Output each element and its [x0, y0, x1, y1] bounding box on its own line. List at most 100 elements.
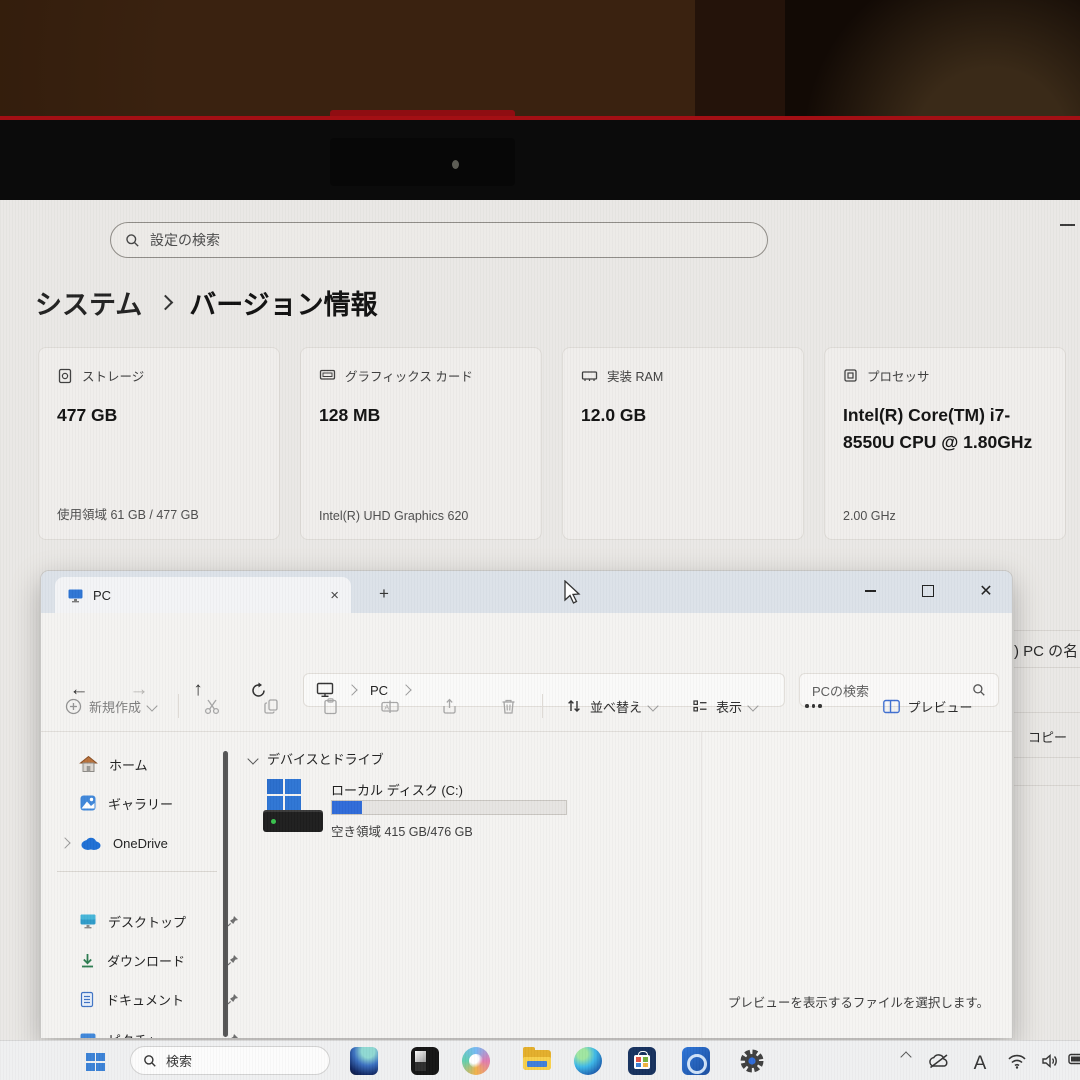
pin-icon	[227, 954, 239, 966]
home-icon	[79, 755, 98, 773]
graphics-card-icon	[319, 368, 336, 383]
laptop-bezel	[0, 120, 1080, 200]
copy-button[interactable]	[262, 697, 281, 716]
settings-row-divider	[1014, 712, 1080, 713]
sidebar-scrollbar[interactable]	[223, 751, 228, 1037]
pin-icon	[227, 915, 239, 927]
share-button[interactable]	[440, 697, 459, 716]
rename-button[interactable]: A	[380, 697, 400, 716]
gallery-icon	[79, 794, 97, 812]
card-value: Intel(R) Core(TM) i7-8550U CPU @ 1.80GHz	[843, 402, 1041, 456]
start-button[interactable]	[86, 1053, 105, 1071]
new-tab-button[interactable]: +	[371, 581, 397, 607]
tab-title: PC	[93, 588, 111, 603]
card-storage: ストレージ 477 GB 使用領域 61 GB / 477 GB	[38, 347, 280, 540]
sidebar-label: ピクチャ	[108, 1030, 160, 1039]
breadcrumb-system[interactable]: システム	[35, 283, 142, 322]
chevron-right-icon	[158, 294, 174, 310]
taskbar-search-label: 検索	[166, 1051, 192, 1070]
desktop-icon	[79, 913, 97, 929]
sidebar-label: ホーム	[109, 755, 148, 774]
sidebar-item-documents[interactable]: ドキュメント	[79, 983, 239, 1015]
file-explorer-button[interactable]	[523, 1047, 551, 1075]
ime-indicator[interactable]: A	[966, 1053, 994, 1075]
copy-button-partial[interactable]: コピー	[1028, 727, 1067, 746]
settings-search-input[interactable]: 設定の検索	[110, 222, 768, 258]
taskbar-search[interactable]: 検索	[130, 1046, 330, 1075]
battery-icon[interactable]	[1068, 1053, 1080, 1065]
window-close-button[interactable]: ✕	[963, 571, 1009, 611]
pin-icon	[227, 993, 239, 1005]
chevron-down-icon	[647, 700, 658, 711]
app-icon-grayscale[interactable]	[411, 1047, 439, 1075]
card-caption: 使用領域 61 GB / 477 GB	[57, 504, 199, 523]
drive-name[interactable]: ローカル ディスク (C:)	[331, 780, 463, 799]
card-value: 12.0 GB	[581, 402, 785, 429]
window-minimize-button[interactable]	[847, 571, 893, 611]
collapse-chevron-icon[interactable]	[247, 753, 258, 764]
paste-button[interactable]	[321, 697, 340, 716]
card-value: 477 GB	[57, 402, 261, 429]
settings-button[interactable]	[738, 1047, 766, 1075]
chevron-down-icon	[146, 700, 157, 711]
sidebar-item-desktop[interactable]: デスクトップ	[79, 905, 239, 937]
preview-pane: プレビューを表示するファイルを選択します。	[701, 732, 1013, 1038]
sidebar-label: デスクトップ	[108, 912, 186, 931]
card-value: 128 MB	[319, 402, 523, 429]
window-maximize-button[interactable]	[905, 571, 951, 611]
sort-icon	[565, 697, 583, 715]
taskbar: 検索	[0, 1040, 1080, 1080]
processor-icon	[843, 368, 858, 383]
expand-chevron-icon[interactable]	[59, 837, 70, 848]
preview-toggle-button[interactable]: プレビュー	[882, 697, 973, 716]
onedrive-cloud-icon	[80, 836, 102, 851]
sidebar-label: ギャラリー	[108, 794, 173, 813]
sidebar-item-home[interactable]: ホーム	[79, 748, 239, 780]
task-view-button[interactable]	[350, 1047, 378, 1075]
more-options-button[interactable]	[805, 704, 822, 708]
drive-led	[271, 819, 276, 824]
edge-button[interactable]	[574, 1047, 602, 1075]
share-icon	[440, 697, 459, 716]
address-bar-row: ← → ↑ PC PCの検索	[41, 613, 1012, 681]
trash-icon	[499, 697, 518, 716]
sidebar-item-gallery[interactable]: ギャラリー	[79, 787, 239, 819]
card-caption: 2.00 GHz	[843, 509, 896, 523]
preview-pane-icon	[882, 698, 901, 715]
sidebar-item-onedrive[interactable]: OneDrive	[79, 827, 239, 859]
group-header-label: デバイスとドライブ	[267, 749, 384, 768]
breadcrumb: システム バージョン情報	[35, 282, 378, 322]
card-processor: プロセッサ Intel(R) Core(TM) i7-8550U CPU @ 1…	[824, 347, 1066, 540]
group-header-devices-and-drives[interactable]: デバイスとドライブ	[249, 749, 384, 768]
sort-button[interactable]: 並べ替え	[565, 697, 657, 716]
new-button[interactable]: 新規作成	[65, 697, 156, 716]
delete-button[interactable]	[499, 697, 518, 716]
tab-pc[interactable]: PC ×	[55, 577, 351, 613]
tray-expand-chevron[interactable]	[894, 1053, 918, 1061]
onedrive-tray-icon[interactable]	[924, 1053, 954, 1070]
plus-circle-icon	[65, 698, 82, 715]
command-bar: 新規作成	[41, 681, 1012, 732]
pin-icon	[227, 1033, 239, 1038]
settings-minimize-button[interactable]	[1060, 224, 1075, 226]
volume-icon[interactable]	[1036, 1053, 1064, 1069]
view-button[interactable]: 表示	[691, 697, 757, 716]
sidebar-divider	[57, 871, 217, 872]
settings-row-divider	[1014, 667, 1080, 668]
webcam-lens	[452, 160, 459, 169]
chevron-down-icon	[747, 700, 758, 711]
card-ram: 実装 RAM 12.0 GB	[562, 347, 804, 540]
settings-row-divider	[1014, 785, 1080, 786]
settings-search-placeholder: 設定の検索	[150, 230, 220, 250]
storage-icon	[57, 368, 73, 384]
sidebar-item-downloads[interactable]: ダウンロード	[79, 944, 239, 976]
settings-row-divider	[1014, 757, 1080, 758]
microsoft-store-button[interactable]	[628, 1047, 656, 1075]
copilot-button[interactable]	[462, 1047, 490, 1075]
photos-app-button[interactable]	[682, 1047, 710, 1075]
wifi-icon[interactable]	[1002, 1053, 1032, 1069]
cut-button[interactable]	[203, 697, 222, 716]
tab-close-icon[interactable]: ×	[330, 587, 339, 604]
sidebar-label: ドキュメント	[106, 990, 184, 1009]
sidebar-item-pictures[interactable]: ピクチャ	[79, 1023, 239, 1038]
